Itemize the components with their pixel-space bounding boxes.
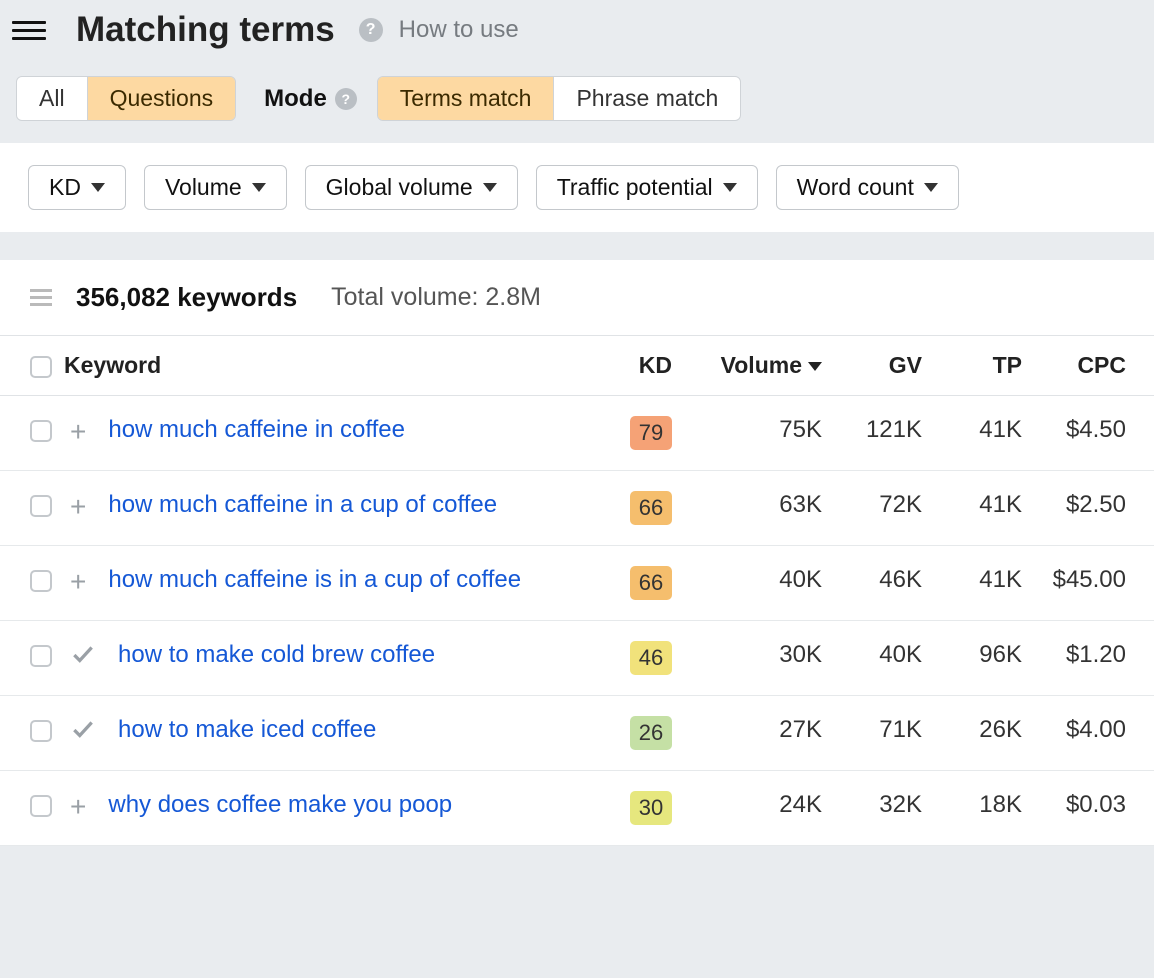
plus-icon[interactable]: +: [70, 568, 86, 596]
col-keyword[interactable]: Keyword: [60, 336, 594, 396]
cell-gv: 32K: [834, 771, 934, 846]
row-checkbox[interactable]: [30, 570, 52, 592]
menu-icon[interactable]: [12, 13, 46, 47]
col-tp[interactable]: TP: [934, 336, 1034, 396]
table-row: + how much caffeine in a cup of coffee 66 6…: [0, 471, 1154, 546]
kd-badge: 46: [630, 641, 672, 675]
check-icon: [70, 716, 96, 749]
select-all-checkbox[interactable]: [30, 356, 52, 378]
keyword-link[interactable]: how much caffeine in coffee: [108, 416, 405, 443]
table-row: + how much caffeine is in a cup of coffee…: [0, 546, 1154, 621]
cell-tp: 96K: [934, 621, 1034, 696]
total-volume: Total volume: 2.8M: [331, 283, 541, 312]
kd-badge: 26: [630, 716, 672, 750]
keywords-table: Keyword KD Volume GV TP CPC + how much ca…: [0, 335, 1154, 846]
table-row: + how much caffeine in coffee 79 75K121K41K…: [0, 396, 1154, 471]
cell-cpc: $45.00: [1034, 546, 1154, 621]
col-volume[interactable]: Volume: [684, 336, 834, 396]
kd-badge: 79: [630, 416, 672, 450]
cell-gv: 72K: [834, 471, 934, 546]
cell-gv: 40K: [834, 621, 934, 696]
table-row: + why does coffee make you poop 30 24K32K18…: [0, 771, 1154, 846]
cell-volume: 24K: [684, 771, 834, 846]
check-icon: [70, 641, 96, 674]
keyword-count: 356,082 keywords: [76, 282, 297, 313]
row-checkbox[interactable]: [30, 795, 52, 817]
mode-segment: Terms match Phrase match: [377, 76, 742, 121]
kd-badge: 66: [630, 491, 672, 525]
cell-volume: 27K: [684, 696, 834, 771]
cell-volume: 63K: [684, 471, 834, 546]
mode-label: Mode: [264, 85, 327, 113]
filter-traffic-potential[interactable]: Traffic potential: [536, 165, 758, 210]
help-icon[interactable]: ?: [359, 18, 383, 42]
filter-word-count[interactable]: Word count: [776, 165, 959, 210]
cell-gv: 46K: [834, 546, 934, 621]
cell-gv: 121K: [834, 396, 934, 471]
mode-help-icon[interactable]: ?: [335, 88, 357, 110]
plus-icon[interactable]: +: [70, 418, 86, 446]
cell-cpc: $4.00: [1034, 696, 1154, 771]
cell-gv: 71K: [834, 696, 934, 771]
plus-icon[interactable]: +: [70, 493, 86, 521]
how-to-use-link[interactable]: How to use: [399, 16, 519, 44]
cell-tp: 41K: [934, 396, 1034, 471]
col-gv[interactable]: GV: [834, 336, 934, 396]
cell-volume: 75K: [684, 396, 834, 471]
keyword-link[interactable]: why does coffee make you poop: [108, 791, 452, 818]
keyword-link[interactable]: how to make cold brew coffee: [118, 641, 435, 668]
row-checkbox[interactable]: [30, 645, 52, 667]
cell-tp: 41K: [934, 471, 1034, 546]
cell-volume: 30K: [684, 621, 834, 696]
tab-questions[interactable]: Questions: [88, 77, 236, 120]
cell-tp: 41K: [934, 546, 1034, 621]
tab-phrase-match[interactable]: Phrase match: [554, 77, 740, 120]
row-checkbox[interactable]: [30, 420, 52, 442]
tab-terms-match[interactable]: Terms match: [378, 77, 555, 120]
filters-bar: KD Volume Global volume Traffic potentia…: [0, 143, 1154, 232]
keyword-link[interactable]: how much caffeine in a cup of coffee: [108, 491, 497, 518]
caret-down-icon: [483, 183, 497, 192]
cell-tp: 26K: [934, 696, 1034, 771]
row-checkbox[interactable]: [30, 720, 52, 742]
kd-badge: 66: [630, 566, 672, 600]
caret-down-icon: [91, 183, 105, 192]
cell-cpc: $4.50: [1034, 396, 1154, 471]
caret-down-icon: [252, 183, 266, 192]
cell-cpc: $0.03: [1034, 771, 1154, 846]
filter-kd[interactable]: KD: [28, 165, 126, 210]
keyword-link[interactable]: how to make iced coffee: [118, 716, 376, 743]
page-title: Matching terms: [76, 10, 335, 50]
table-row: how to make cold brew coffee 46 30K40K96K$…: [0, 621, 1154, 696]
plus-icon[interactable]: +: [70, 793, 86, 821]
filter-volume[interactable]: Volume: [144, 165, 287, 210]
keyword-link[interactable]: how much caffeine is in a cup of coffee: [108, 566, 521, 593]
kd-badge: 30: [630, 791, 672, 825]
list-icon[interactable]: [30, 289, 52, 306]
cell-tp: 18K: [934, 771, 1034, 846]
row-checkbox[interactable]: [30, 495, 52, 517]
tab-all[interactable]: All: [17, 77, 88, 120]
table-row: how to make iced coffee 26 27K71K26K$4.00: [0, 696, 1154, 771]
cell-cpc: $2.50: [1034, 471, 1154, 546]
filter-type-segment: All Questions: [16, 76, 236, 121]
caret-down-icon: [924, 183, 938, 192]
sort-desc-icon: [808, 362, 822, 371]
filter-global-volume[interactable]: Global volume: [305, 165, 518, 210]
caret-down-icon: [723, 183, 737, 192]
cell-cpc: $1.20: [1034, 621, 1154, 696]
col-kd[interactable]: KD: [594, 336, 684, 396]
cell-volume: 40K: [684, 546, 834, 621]
col-cpc[interactable]: CPC: [1034, 336, 1154, 396]
